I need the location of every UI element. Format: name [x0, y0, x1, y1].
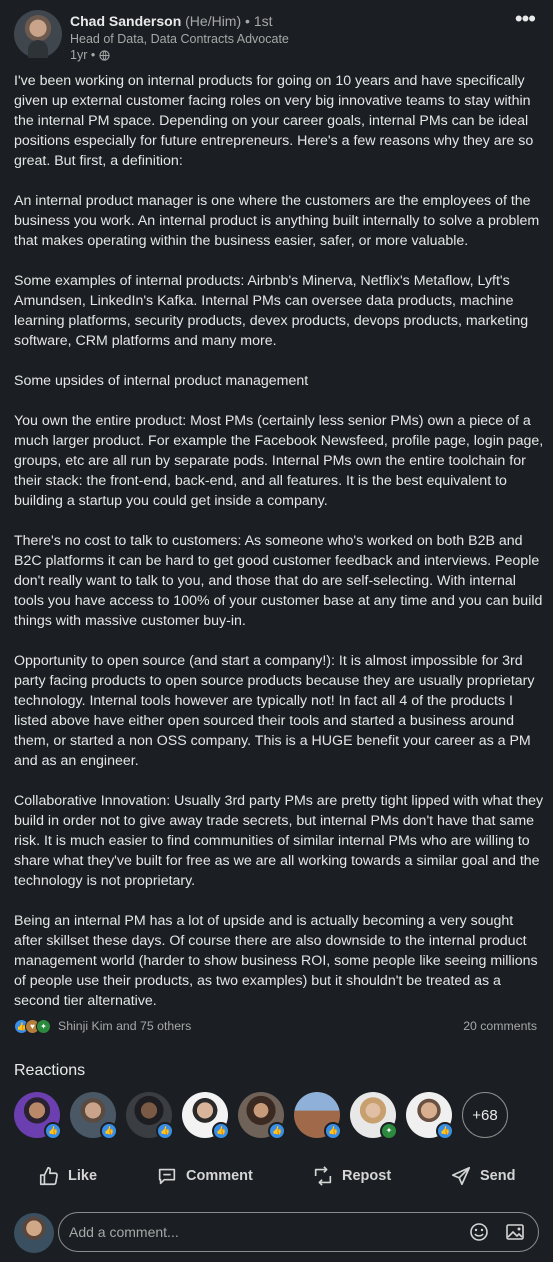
post-paragraph: Opportunity to open source (and start a … [14, 653, 535, 769]
like-button[interactable]: Like [38, 1160, 97, 1192]
current-user-avatar [14, 1213, 54, 1253]
send-label: Send [480, 1168, 516, 1184]
insightful-badge-icon: ✦ [380, 1122, 398, 1140]
reactor-avatar[interactable]: 👍 [238, 1092, 286, 1140]
author-name-row: Chad Sanderson (He/Him) • 1st [70, 13, 273, 29]
send-button[interactable]: Send [450, 1160, 515, 1192]
post-paragraph: Some upsides of internal product managem… [14, 373, 309, 389]
author-avatar[interactable] [14, 10, 62, 58]
author-pronouns: (He/Him) [185, 13, 242, 29]
globe-icon [99, 49, 110, 61]
like-badge-icon: 👍 [212, 1122, 230, 1140]
post-paragraph: I've been working on internal products f… [14, 73, 534, 169]
post-paragraph: Some examples of internal products: Airb… [14, 273, 529, 349]
image-icon[interactable] [505, 1222, 525, 1242]
social-counts: 👍 ♥ ✦ Shinji Kim and 75 others 20 commen… [14, 1018, 537, 1036]
post-paragraph: An internal product manager is one where… [14, 193, 540, 249]
comment-button[interactable]: Comment [156, 1160, 253, 1192]
post-paragraph: There's no cost to talk to customers: As… [14, 533, 543, 629]
action-bar: Like Comment Repost Send [0, 1160, 553, 1192]
post-header: Chad Sanderson (He/Him) • 1st Head of Da… [14, 8, 539, 64]
comment-icon [158, 1168, 176, 1185]
comment-composer: Add a comment... [14, 1212, 541, 1254]
more-reactors-button[interactable]: +68 [462, 1092, 508, 1138]
reactor-avatar[interactable]: 👍 [406, 1092, 454, 1140]
repost-button[interactable]: Repost [312, 1160, 391, 1192]
post-meta: 1yr • [70, 48, 110, 62]
like-badge-icon: 👍 [156, 1122, 174, 1140]
reactor-avatar[interactable]: 👍 [126, 1092, 174, 1140]
reactor-avatar[interactable]: 👍 [14, 1092, 62, 1140]
reactor-avatar[interactable]: ✦ [350, 1092, 398, 1140]
emoji-icon[interactable] [469, 1222, 489, 1242]
comment-input[interactable]: Add a comment... [58, 1212, 539, 1252]
post-body: I've been working on internal products f… [14, 71, 544, 1031]
post-time: 1yr • [70, 48, 96, 62]
like-badge-icon: 👍 [268, 1122, 286, 1140]
insightful-reaction-icon: ✦ [36, 1019, 51, 1034]
connection-degree: • 1st [245, 13, 273, 29]
comment-label: Comment [186, 1168, 253, 1184]
post-paragraph: Collaborative Innovation: Usually 3rd pa… [14, 793, 544, 889]
reactor-avatar[interactable]: 👍 [70, 1092, 118, 1140]
like-badge-icon: 👍 [324, 1122, 342, 1140]
like-badge-icon: 👍 [436, 1122, 454, 1140]
like-badge-icon: 👍 [100, 1122, 118, 1140]
author-name[interactable]: Chad Sanderson [70, 13, 181, 29]
like-label: Like [68, 1168, 98, 1184]
comments-count-link[interactable]: 20 comments [463, 1019, 537, 1033]
post-paragraph: You own the entire product: Most PMs (ce… [14, 413, 544, 509]
reaction-icons[interactable]: 👍 ♥ ✦ [14, 1019, 51, 1034]
repost-label: Repost [342, 1168, 392, 1184]
like-badge-icon: 👍 [44, 1122, 62, 1140]
reactor-avatar[interactable]: 👍 [294, 1092, 342, 1140]
author-headline: Head of Data, Data Contracts Advocate [70, 32, 289, 46]
reactors-link[interactable]: Shinji Kim and 75 others [58, 1019, 191, 1033]
send-icon [451, 1166, 471, 1186]
post-paragraph: Being an internal PM has a lot of upside… [14, 913, 538, 1009]
reactor-avatar[interactable]: 👍 [182, 1092, 230, 1140]
reactions-heading: Reactions [14, 1062, 86, 1079]
thumbs-up-icon [39, 1166, 58, 1186]
more-options-icon[interactable]: ••• [515, 8, 536, 30]
repost-icon [314, 1166, 332, 1186]
reactor-avatars: 👍 👍 👍 👍 👍 👍 ✦ 👍 +68 [14, 1092, 514, 1140]
